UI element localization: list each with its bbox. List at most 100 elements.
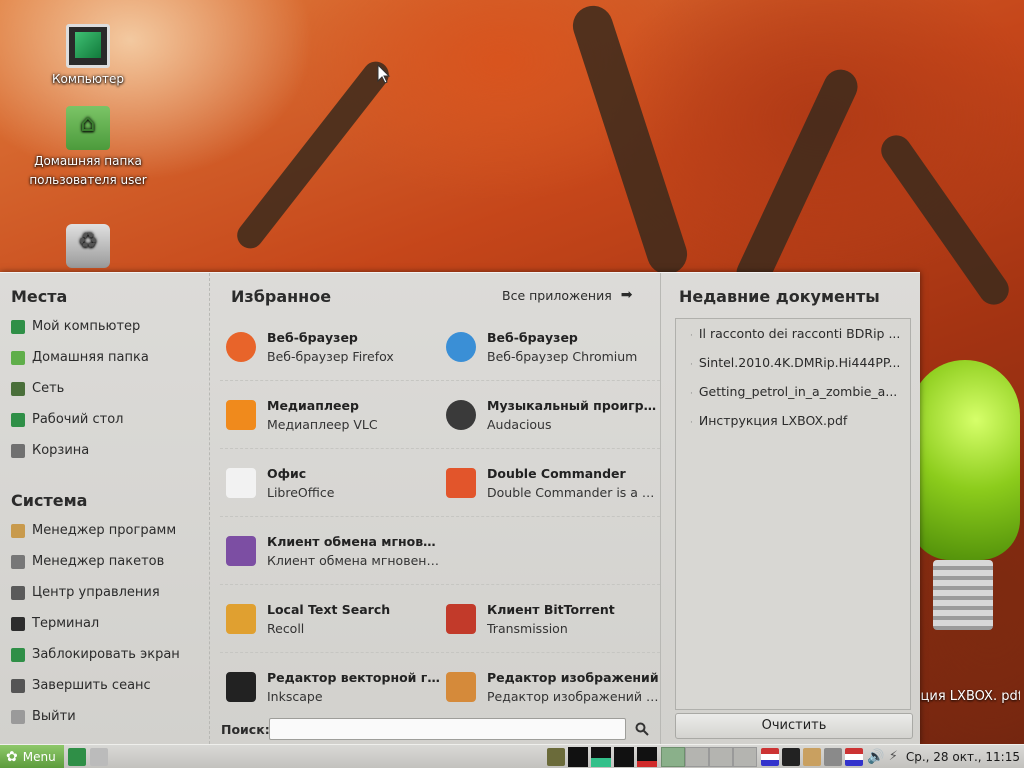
system-title: Система xyxy=(11,491,88,510)
places-item-label: Рабочий стол xyxy=(32,412,124,427)
favorite-app-description: Клиент обмена мгновенн... xyxy=(267,552,440,568)
places-item[interactable]: Мой компьютер xyxy=(0,311,208,342)
places-list: Мой компьютер Домашняя папка Сеть Рабочий с… xyxy=(0,311,208,466)
show-desktop-icon[interactable] xyxy=(67,747,86,766)
clock[interactable]: Ср., 28 окт., 11:15 xyxy=(906,750,1020,764)
network-tray-icon[interactable]: ⚡ xyxy=(889,749,898,764)
clipboard-tray-icon[interactable] xyxy=(803,747,822,766)
clipboard-icon[interactable] xyxy=(547,747,566,766)
favorite-app-name: Редактор изображений xyxy=(487,670,659,685)
swap-monitor xyxy=(637,746,658,767)
mint-logo-icon: ✿ xyxy=(6,748,18,765)
favorite-app[interactable]: Редактор векторной гра... Inkscape xyxy=(220,653,440,721)
double-commander-icon xyxy=(446,467,476,498)
recent-document-item[interactable]: · Sintel.2010.4K.DMRip.Hi444PP... xyxy=(676,348,910,377)
arrow-right-icon: ➡ xyxy=(620,287,633,303)
network-monitor xyxy=(614,746,635,767)
recent-document-label: Инструкция LXBOX.pdf xyxy=(698,413,848,428)
favorite-app-description: Double Commander is a cro... xyxy=(487,484,660,500)
logout-icon xyxy=(11,678,25,693)
desktop-icon-home[interactable]: Домашняя папка пользователя user xyxy=(23,106,153,190)
firefox-icon xyxy=(226,331,256,362)
system-item[interactable]: Заблокировать экран xyxy=(0,639,208,670)
control-center-icon xyxy=(11,585,25,600)
recoll-icon xyxy=(226,603,256,634)
pdf-document-icon[interactable] xyxy=(905,360,1020,660)
update-manager-icon[interactable] xyxy=(824,747,843,766)
places-item[interactable]: Домашняя папка xyxy=(0,342,208,373)
desktop-icon-trash[interactable] xyxy=(23,224,153,270)
computer-icon xyxy=(11,319,25,334)
trash-icon xyxy=(11,443,25,458)
workspace-3[interactable] xyxy=(709,746,734,767)
favorite-app[interactable]: Веб-браузер Веб-браузер Chromium xyxy=(440,313,660,380)
software-manager-icon xyxy=(11,523,25,538)
favorites-row: Офис LibreOffice Double Commander Double Co… xyxy=(220,449,660,517)
taskbar: ✿ Menu 🔊 ⚡ Ср., 28 окт., 11:15 xyxy=(0,744,1024,768)
favorite-app[interactable]: Double Commander Double Commander is a cr… xyxy=(440,449,660,516)
favorite-app-name: Медиаплеер xyxy=(267,397,359,413)
bullet-icon: · xyxy=(690,418,693,428)
recent-document-label: Il racconto dei racconti BDRip ... xyxy=(698,326,901,341)
file-manager-icon[interactable] xyxy=(89,747,108,766)
places-item-label: Домашняя папка xyxy=(32,350,149,365)
recent-document-label: Sintel.2010.4K.DMRip.Hi444PP... xyxy=(698,355,901,370)
menu-button[interactable]: ✿ Menu xyxy=(0,744,64,768)
places-item[interactable]: Рабочий стол xyxy=(0,404,208,435)
favorite-app[interactable]: Редактор изображений Редактор изображений… xyxy=(440,653,660,721)
favorite-app[interactable]: Клиент BitTorrent Transmission xyxy=(440,585,660,652)
places-title: Места xyxy=(11,287,68,306)
terminal-tray-icon[interactable] xyxy=(782,747,801,766)
recent-document-item[interactable]: · Getting_petrol_in_a_zombie_a... xyxy=(676,377,910,406)
favorite-app-description: Audacious xyxy=(487,416,552,432)
favorite-app-description: Медиаплеер VLC xyxy=(267,416,378,432)
favorite-app[interactable]: Медиаплеер Медиаплеер VLC xyxy=(220,381,440,448)
system-item[interactable]: Менеджер пакетов xyxy=(0,546,208,577)
workspace-4[interactable] xyxy=(733,746,758,767)
pdf-document-label: укция LXBOX. pdf xyxy=(905,689,1020,704)
workspace-1[interactable] xyxy=(661,746,686,767)
recent-title: Недавние документы xyxy=(679,287,880,306)
system-item-label: Менеджер пакетов xyxy=(32,554,165,569)
favorite-app[interactable]: Веб-браузер Веб-браузер Firefox xyxy=(220,313,440,380)
favorite-app-description: Редактор изображений GI... xyxy=(487,689,660,704)
desktop-icon xyxy=(11,412,25,427)
favorite-app[interactable]: Клиент обмена мгновен... Клиент обмена мг… xyxy=(220,517,440,584)
search-input[interactable] xyxy=(269,718,626,740)
places-item-label: Сеть xyxy=(32,381,65,396)
recent-document-item[interactable]: · Il racconto dei racconti BDRip ... xyxy=(676,319,910,348)
desktop-icon-label: Домашняя папка пользователя user xyxy=(29,154,147,187)
audacious-icon xyxy=(446,399,476,430)
places-item[interactable]: Сеть xyxy=(0,373,208,404)
favorite-app[interactable]: Музыкальный проигрыв... Audacious xyxy=(440,381,660,448)
keyboard-layout-icon[interactable] xyxy=(761,747,780,766)
favorite-app-name: Веб-браузер xyxy=(487,329,578,345)
all-apps-button[interactable]: Все приложения ➡ xyxy=(502,287,632,303)
recent-document-item[interactable]: · Инструкция LXBOX.pdf xyxy=(676,406,910,435)
system-item-label: Менеджер программ xyxy=(32,523,177,538)
search-label: Поиск: xyxy=(221,722,270,737)
system-item[interactable]: Менеджер программ xyxy=(0,515,208,546)
language-flag-icon[interactable] xyxy=(845,747,864,766)
system-item[interactable]: Центр управления xyxy=(0,577,208,608)
places-item[interactable]: Корзина xyxy=(0,435,208,466)
favorite-app-description: LibreOffice xyxy=(267,484,335,500)
desktop-icon-label: Компьютер xyxy=(52,72,124,86)
favorite-app-description: Transmission xyxy=(487,620,568,636)
system-item[interactable]: Терминал xyxy=(0,608,208,639)
favorite-app-description: Веб-браузер Firefox xyxy=(267,348,394,364)
system-item[interactable]: Завершить сеанс xyxy=(0,670,208,701)
search-icon[interactable] xyxy=(635,722,649,736)
clear-recent-button[interactable]: Очистить xyxy=(675,713,913,739)
desktop-icon-computer[interactable]: Компьютер xyxy=(23,24,153,89)
start-menu: Места Мой компьютер Домашняя папка Сеть Раб… xyxy=(0,272,920,744)
bullet-icon: · xyxy=(690,389,693,399)
favorites-row: Медиаплеер Медиаплеер VLC Музыкальный прои… xyxy=(220,381,660,449)
system-item[interactable]: Выйти xyxy=(0,701,208,732)
transmission-icon xyxy=(446,603,476,634)
volume-icon[interactable]: 🔊 xyxy=(867,749,884,765)
favorite-app[interactable]: Офис LibreOffice xyxy=(220,449,440,516)
workspace-2[interactable] xyxy=(685,746,710,767)
favorite-app[interactable]: Local Text Search Recoll xyxy=(220,585,440,652)
vlc-icon xyxy=(226,399,256,430)
